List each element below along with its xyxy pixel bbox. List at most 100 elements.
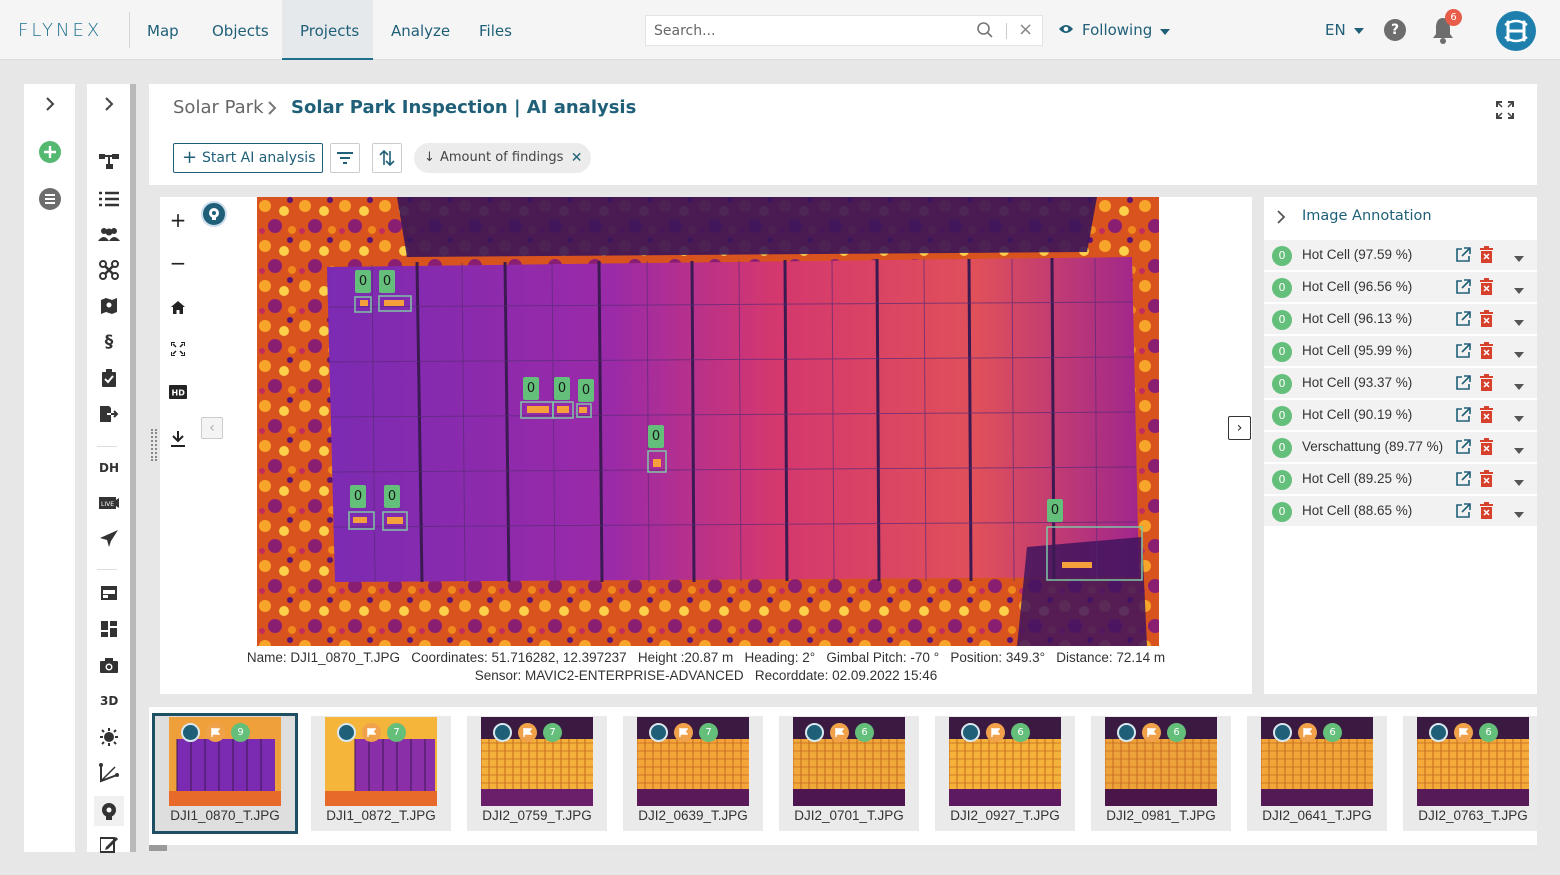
language-dropdown[interactable]: EN — [1325, 21, 1365, 39]
fit-to-screen-icon[interactable] — [168, 339, 188, 359]
caret-down-icon[interactable] — [1514, 474, 1524, 490]
hd-icon[interactable]: HD — [168, 382, 188, 402]
filter-button[interactable] — [330, 143, 360, 173]
nav-item-projects[interactable]: Projects — [282, 0, 373, 60]
image-thumbnail[interactable]: 6 DJI2_0763_T.JPG — [1403, 716, 1537, 831]
next-image-button[interactable]: › — [1228, 416, 1251, 440]
breadcrumb-root[interactable]: Solar Park — [173, 97, 264, 118]
help-icon[interactable]: ? — [1384, 19, 1406, 41]
filmstrip-scroll-thumb[interactable] — [149, 845, 167, 851]
delete-icon[interactable] — [1480, 246, 1493, 267]
sidebar-scrollbar[interactable] — [130, 84, 136, 852]
vector-path-icon[interactable] — [97, 761, 121, 785]
sort-button[interactable] — [372, 143, 402, 173]
fullscreen-icon[interactable] — [1496, 101, 1514, 123]
finding-marker[interactable]: 0 — [523, 377, 539, 400]
ai-brain-icon[interactable] — [94, 796, 124, 826]
finding-marker[interactable]: 0 — [355, 270, 371, 293]
annotation-panel-title[interactable]: Image Annotation — [1302, 208, 1432, 224]
image-thumbnail[interactable]: 6 DJI2_0927_T.JPG — [935, 716, 1075, 831]
user-avatar[interactable] — [1496, 11, 1536, 51]
caret-down-icon[interactable] — [1514, 506, 1524, 522]
finding-marker[interactable]: 0 — [648, 425, 664, 448]
image-gallery-icon[interactable] — [97, 581, 121, 605]
edit-report-icon[interactable] — [97, 832, 121, 856]
dashboard-icon[interactable] — [97, 617, 121, 641]
dh-button[interactable]: DH — [99, 461, 119, 475]
list-circle-icon[interactable] — [38, 187, 62, 211]
start-ai-analysis-button[interactable]: + Start AI analysis — [173, 143, 323, 173]
filmstrip-scrollbar[interactable] — [149, 845, 1537, 851]
caret-down-icon[interactable] — [1514, 378, 1524, 394]
image-thumbnail[interactable]: 7 DJI2_0759_T.JPG — [467, 716, 607, 831]
export-icon[interactable] — [97, 402, 121, 426]
delete-icon[interactable] — [1480, 374, 1493, 395]
brand-logo[interactable]: FLYNEX — [18, 20, 102, 41]
legal-section-icon[interactable]: § — [97, 330, 121, 354]
thermal-image[interactable]: 0 0 0 0 0 0 0 0 0 — [257, 197, 1159, 646]
delete-icon[interactable] — [1480, 278, 1493, 299]
zoom-out-icon[interactable]: − — [168, 251, 188, 275]
following-dropdown[interactable]: Following — [1058, 21, 1171, 39]
list-icon[interactable] — [97, 187, 121, 211]
finding-marker[interactable]: 0 — [384, 485, 400, 508]
expand-panel-icon[interactable] — [97, 92, 121, 116]
caret-down-icon[interactable] — [1514, 346, 1524, 362]
zoom-in-icon[interactable]: + — [168, 208, 188, 232]
nav-item-objects[interactable]: Objects — [194, 0, 287, 60]
open-external-icon[interactable] — [1456, 375, 1471, 394]
open-external-icon[interactable] — [1456, 471, 1471, 490]
image-thumbnail[interactable]: 7 DJI2_0639_T.JPG — [623, 716, 763, 831]
caret-down-icon[interactable] — [1514, 410, 1524, 426]
open-external-icon[interactable] — [1456, 311, 1471, 330]
drone-icon[interactable] — [97, 258, 121, 282]
caret-down-icon[interactable] — [1514, 282, 1524, 298]
expand-sidebar-icon[interactable] — [38, 92, 62, 116]
caret-down-icon[interactable] — [1514, 442, 1524, 458]
download-icon[interactable] — [168, 429, 188, 449]
finding-marker[interactable]: 0 — [578, 379, 594, 402]
ai-analysis-icon[interactable] — [201, 201, 227, 227]
image-thumbnail[interactable]: 9 DJI1_0870_T.JPG — [152, 713, 298, 834]
home-icon[interactable] — [168, 297, 188, 317]
clipboard-icon[interactable] — [97, 366, 121, 390]
map-pin-icon[interactable] — [97, 294, 121, 318]
open-external-icon[interactable] — [1456, 247, 1471, 266]
annotation-item[interactable]: 0 Hot Cell (89.25 %) — [1264, 464, 1537, 495]
delete-icon[interactable] — [1480, 342, 1493, 363]
annotation-item[interactable]: 0 Hot Cell (96.13 %) — [1264, 304, 1537, 335]
annotation-item[interactable]: 0 Hot Cell (96.56 %) — [1264, 272, 1537, 303]
finding-marker[interactable]: 0 — [350, 485, 366, 508]
open-external-icon[interactable] — [1456, 503, 1471, 522]
3d-view-button[interactable]: 3D — [100, 694, 118, 708]
annotation-item[interactable]: 0 Hot Cell (93.37 %) — [1264, 368, 1537, 399]
live-icon[interactable]: LIVE — [97, 491, 121, 515]
annotation-item[interactable]: 0 Hot Cell (88.65 %) — [1264, 496, 1537, 527]
delete-icon[interactable] — [1480, 438, 1493, 459]
delete-icon[interactable] — [1480, 502, 1493, 523]
users-icon[interactable] — [97, 222, 121, 246]
add-icon[interactable] — [38, 140, 62, 164]
annotation-item[interactable]: 0 Hot Cell (97.59 %) — [1264, 240, 1537, 271]
image-thumbnail[interactable]: 6 DJI2_0701_T.JPG — [779, 716, 919, 831]
camera-icon[interactable] — [97, 653, 121, 677]
search-icon[interactable] — [976, 21, 994, 43]
nav-item-files[interactable]: Files — [461, 0, 530, 60]
caret-down-icon[interactable] — [1514, 250, 1524, 266]
image-thumbnail[interactable]: 6 DJI2_0981_T.JPG — [1091, 716, 1231, 831]
image-thumbnail[interactable]: 6 DJI2_0641_T.JPG — [1247, 716, 1387, 831]
open-external-icon[interactable] — [1456, 439, 1471, 458]
caret-down-icon[interactable] — [1514, 314, 1524, 330]
open-external-icon[interactable] — [1456, 279, 1471, 298]
annotation-item[interactable]: 0 Hot Cell (90.19 %) — [1264, 400, 1537, 431]
nav-item-analyze[interactable]: Analyze — [373, 0, 468, 60]
previous-image-button[interactable]: ‹ — [201, 417, 223, 439]
finding-marker[interactable]: 0 — [554, 377, 570, 400]
finding-marker[interactable]: 0 — [1047, 499, 1063, 522]
hierarchy-icon[interactable] — [97, 150, 121, 174]
settings-bug-icon[interactable] — [97, 725, 121, 749]
delete-icon[interactable] — [1480, 406, 1493, 427]
search-input[interactable] — [654, 21, 964, 41]
nav-item-map[interactable]: Map — [129, 0, 197, 60]
image-thumbnail[interactable]: 7 DJI1_0872_T.JPG — [311, 716, 451, 831]
